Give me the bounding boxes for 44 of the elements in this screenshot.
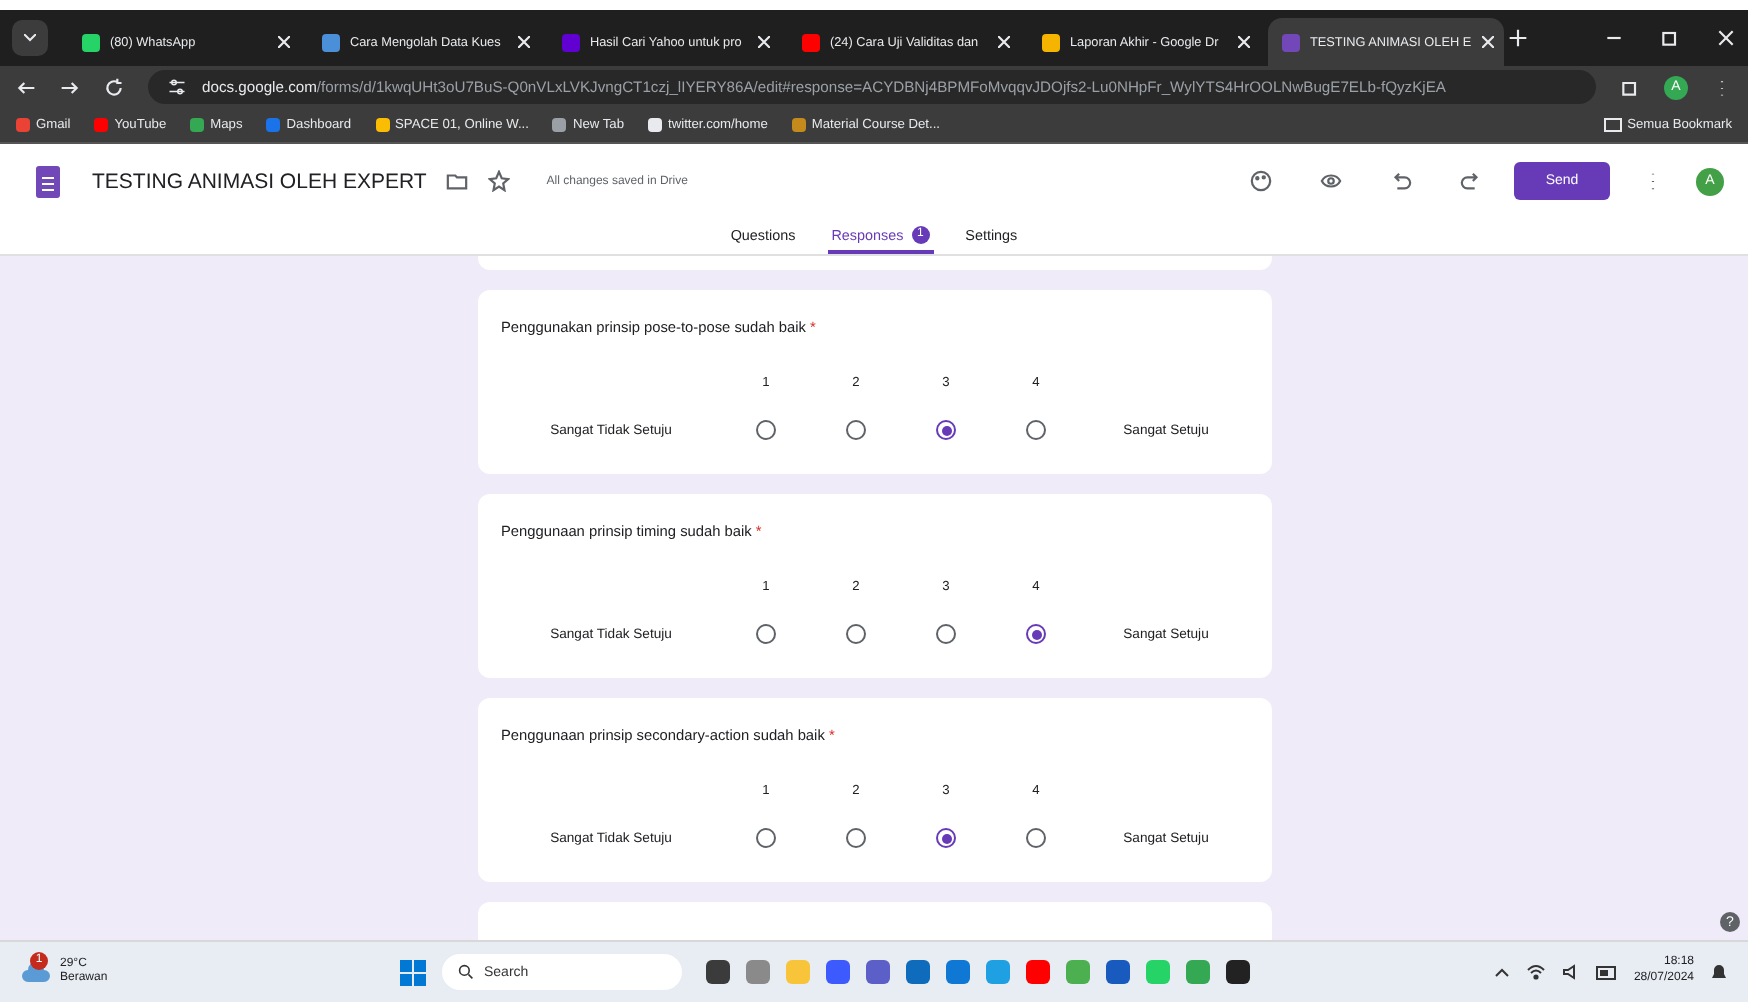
radio-button[interactable] — [756, 420, 776, 440]
back-icon[interactable] — [16, 77, 36, 97]
new-tab-icon[interactable] — [1508, 28, 1528, 48]
radio-button[interactable] — [756, 624, 776, 644]
app-icon[interactable] — [1226, 960, 1250, 984]
battery-icon[interactable] — [1595, 965, 1618, 979]
radio-button[interactable] — [846, 828, 866, 848]
site-settings-icon[interactable] — [168, 78, 186, 96]
radio-button[interactable] — [1026, 624, 1046, 644]
bell-icon[interactable] — [1710, 962, 1728, 982]
radio-button[interactable] — [936, 828, 956, 848]
search-icon — [458, 964, 474, 980]
speaker-icon[interactable] — [1561, 964, 1580, 980]
restore-icon[interactable] — [1660, 28, 1680, 48]
redo-icon[interactable] — [1460, 170, 1482, 192]
radio-button[interactable] — [846, 420, 866, 440]
start-icon[interactable] — [400, 959, 426, 985]
close-icon[interactable] — [758, 36, 770, 48]
close-icon[interactable] — [518, 36, 530, 48]
form-title[interactable]: TESTING ANIMASI OLEH EXPERT — [92, 169, 427, 193]
undo-icon[interactable] — [1390, 170, 1412, 192]
close-icon[interactable] — [998, 36, 1010, 48]
chevron-up-icon[interactable] — [1493, 966, 1510, 978]
folder-icon — [1603, 118, 1622, 132]
reload-icon[interactable] — [104, 77, 124, 97]
radio-button[interactable] — [1026, 828, 1046, 848]
wifi-icon[interactable] — [1525, 964, 1546, 980]
close-icon[interactable] — [1238, 36, 1250, 48]
star-icon[interactable] — [488, 170, 511, 192]
close-icon[interactable] — [1481, 36, 1494, 48]
radio-button[interactable] — [1026, 420, 1046, 440]
forward-icon[interactable] — [60, 77, 80, 97]
radio-button[interactable] — [756, 828, 776, 848]
app-icon[interactable] — [706, 960, 730, 984]
chevron-down-icon — [24, 34, 36, 42]
radio-button[interactable] — [846, 624, 866, 644]
radio-button[interactable] — [936, 420, 956, 440]
close-icon[interactable] — [1716, 28, 1736, 48]
eye-icon[interactable] — [1320, 170, 1342, 192]
tab-search-button[interactable] — [12, 20, 48, 56]
folder-icon[interactable] — [446, 170, 469, 192]
radio-button[interactable] — [936, 624, 956, 644]
close-icon[interactable] — [278, 36, 290, 48]
forms-logo[interactable] — [36, 165, 60, 197]
